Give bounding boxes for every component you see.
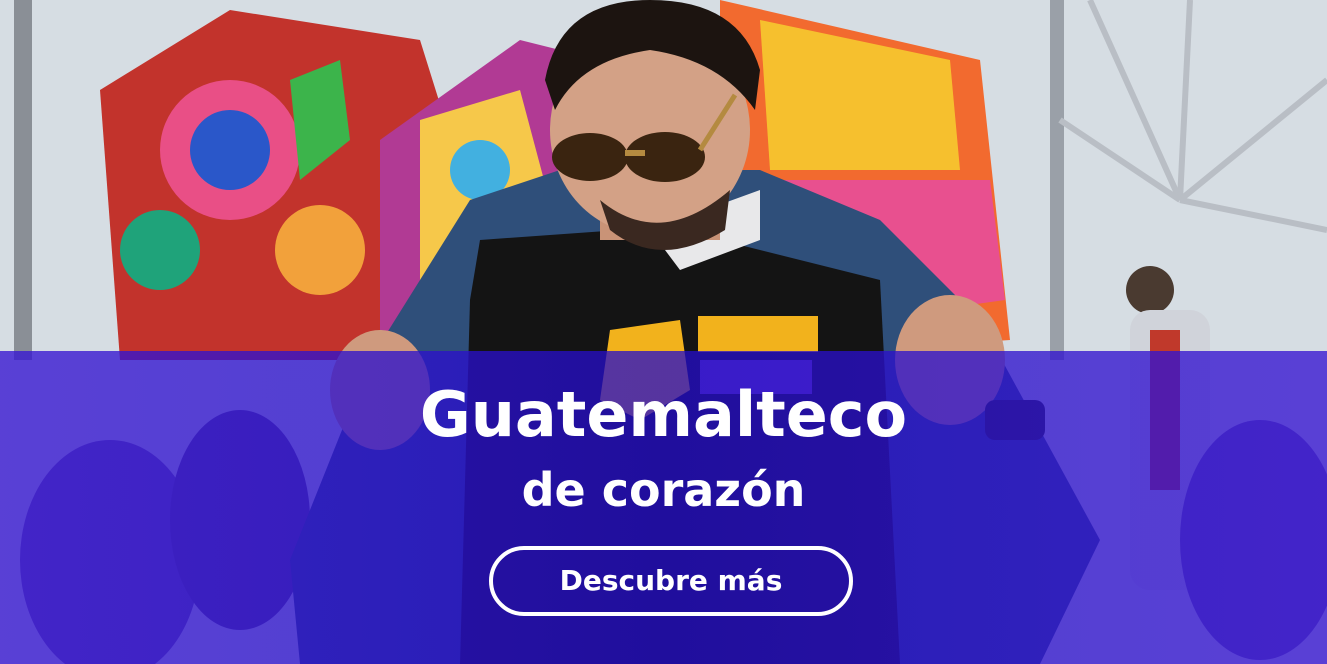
subheadline: de corazón <box>521 463 806 517</box>
hero-banner: Guatemalteco de corazón Descubre más <box>0 0 1327 664</box>
headline: Guatemalteco <box>419 378 908 451</box>
discover-more-button[interactable]: Descubre más <box>489 546 853 616</box>
